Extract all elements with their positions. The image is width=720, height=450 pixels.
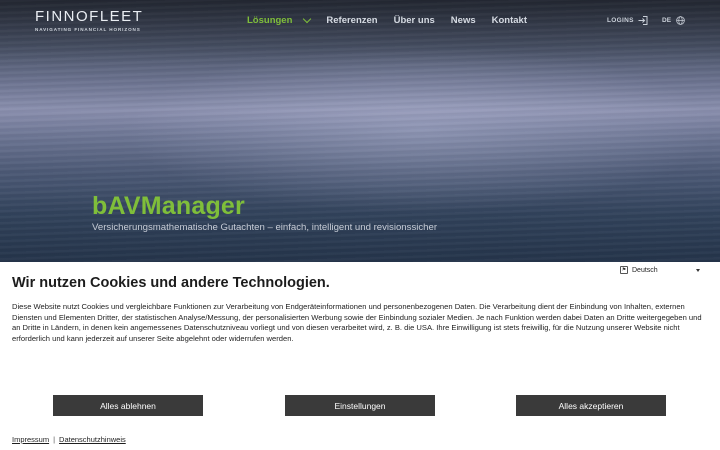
cookie-footer-links: Impressum | Datenschutzhinweis <box>12 435 126 444</box>
language-flag-icon: ⚑ <box>620 266 628 274</box>
nav-item-label: Lösungen <box>247 15 293 26</box>
language-switcher[interactable]: DE <box>662 16 685 25</box>
nav-item-label: Kontakt <box>491 15 527 26</box>
accept-all-button[interactable]: Alles akzeptieren <box>516 395 666 416</box>
logins-link[interactable]: LOGINS <box>607 16 648 25</box>
nav-item-loesungen[interactable]: Lösungen <box>247 14 312 26</box>
logo[interactable]: FINNOFLEET NAVIGATING FINANCIAL HORIZONS <box>35 8 144 33</box>
globe-icon <box>676 16 685 25</box>
nav-item-label: Über uns <box>393 15 435 26</box>
nav-item-referenzen[interactable]: Referenzen <box>326 15 377 26</box>
logins-label: LOGINS <box>607 17 634 24</box>
cookie-description: Diese Website nutzt Cookies und vergleic… <box>12 302 702 343</box>
privacy-link[interactable]: Datenschutzhinweis <box>59 435 126 444</box>
nav-item-label: News <box>450 15 476 26</box>
nav-item-news[interactable]: News <box>451 15 476 26</box>
login-icon <box>638 16 648 25</box>
chevron-down-icon[interactable] <box>303 14 312 24</box>
reject-all-button[interactable]: Alles ablehnen <box>53 395 203 416</box>
link-separator: | <box>53 435 56 444</box>
dropdown-caret-icon <box>695 268 700 272</box>
settings-button[interactable]: Einstellungen <box>285 395 435 416</box>
cookie-banner: Wir nutzen Cookies und andere Technologi… <box>0 262 720 450</box>
imprint-link[interactable]: Impressum <box>12 435 49 444</box>
logo-wordmark: FINNOFLEET <box>35 8 144 25</box>
cookie-language-value: Deutsch <box>632 266 658 274</box>
cookie-title: Wir nutzen Cookies und andere Technologi… <box>12 275 330 291</box>
page-subtitle: Versicherungsmathematische Gutachten – e… <box>92 222 438 233</box>
nav-item-label: Referenzen <box>326 15 378 26</box>
logo-tagline: NAVIGATING FINANCIAL HORIZONS <box>35 27 141 32</box>
nav-item-kontakt[interactable]: Kontakt <box>492 15 527 26</box>
nav-item-ueber-uns[interactable]: Über uns <box>394 15 435 26</box>
cookie-language-select[interactable]: ⚑ Deutsch <box>620 266 700 274</box>
main-nav: Lösungen Referenzen Über uns News Kontak… <box>247 14 543 26</box>
language-label: DE <box>662 17 672 24</box>
page-title: bAVManager <box>92 192 245 220</box>
